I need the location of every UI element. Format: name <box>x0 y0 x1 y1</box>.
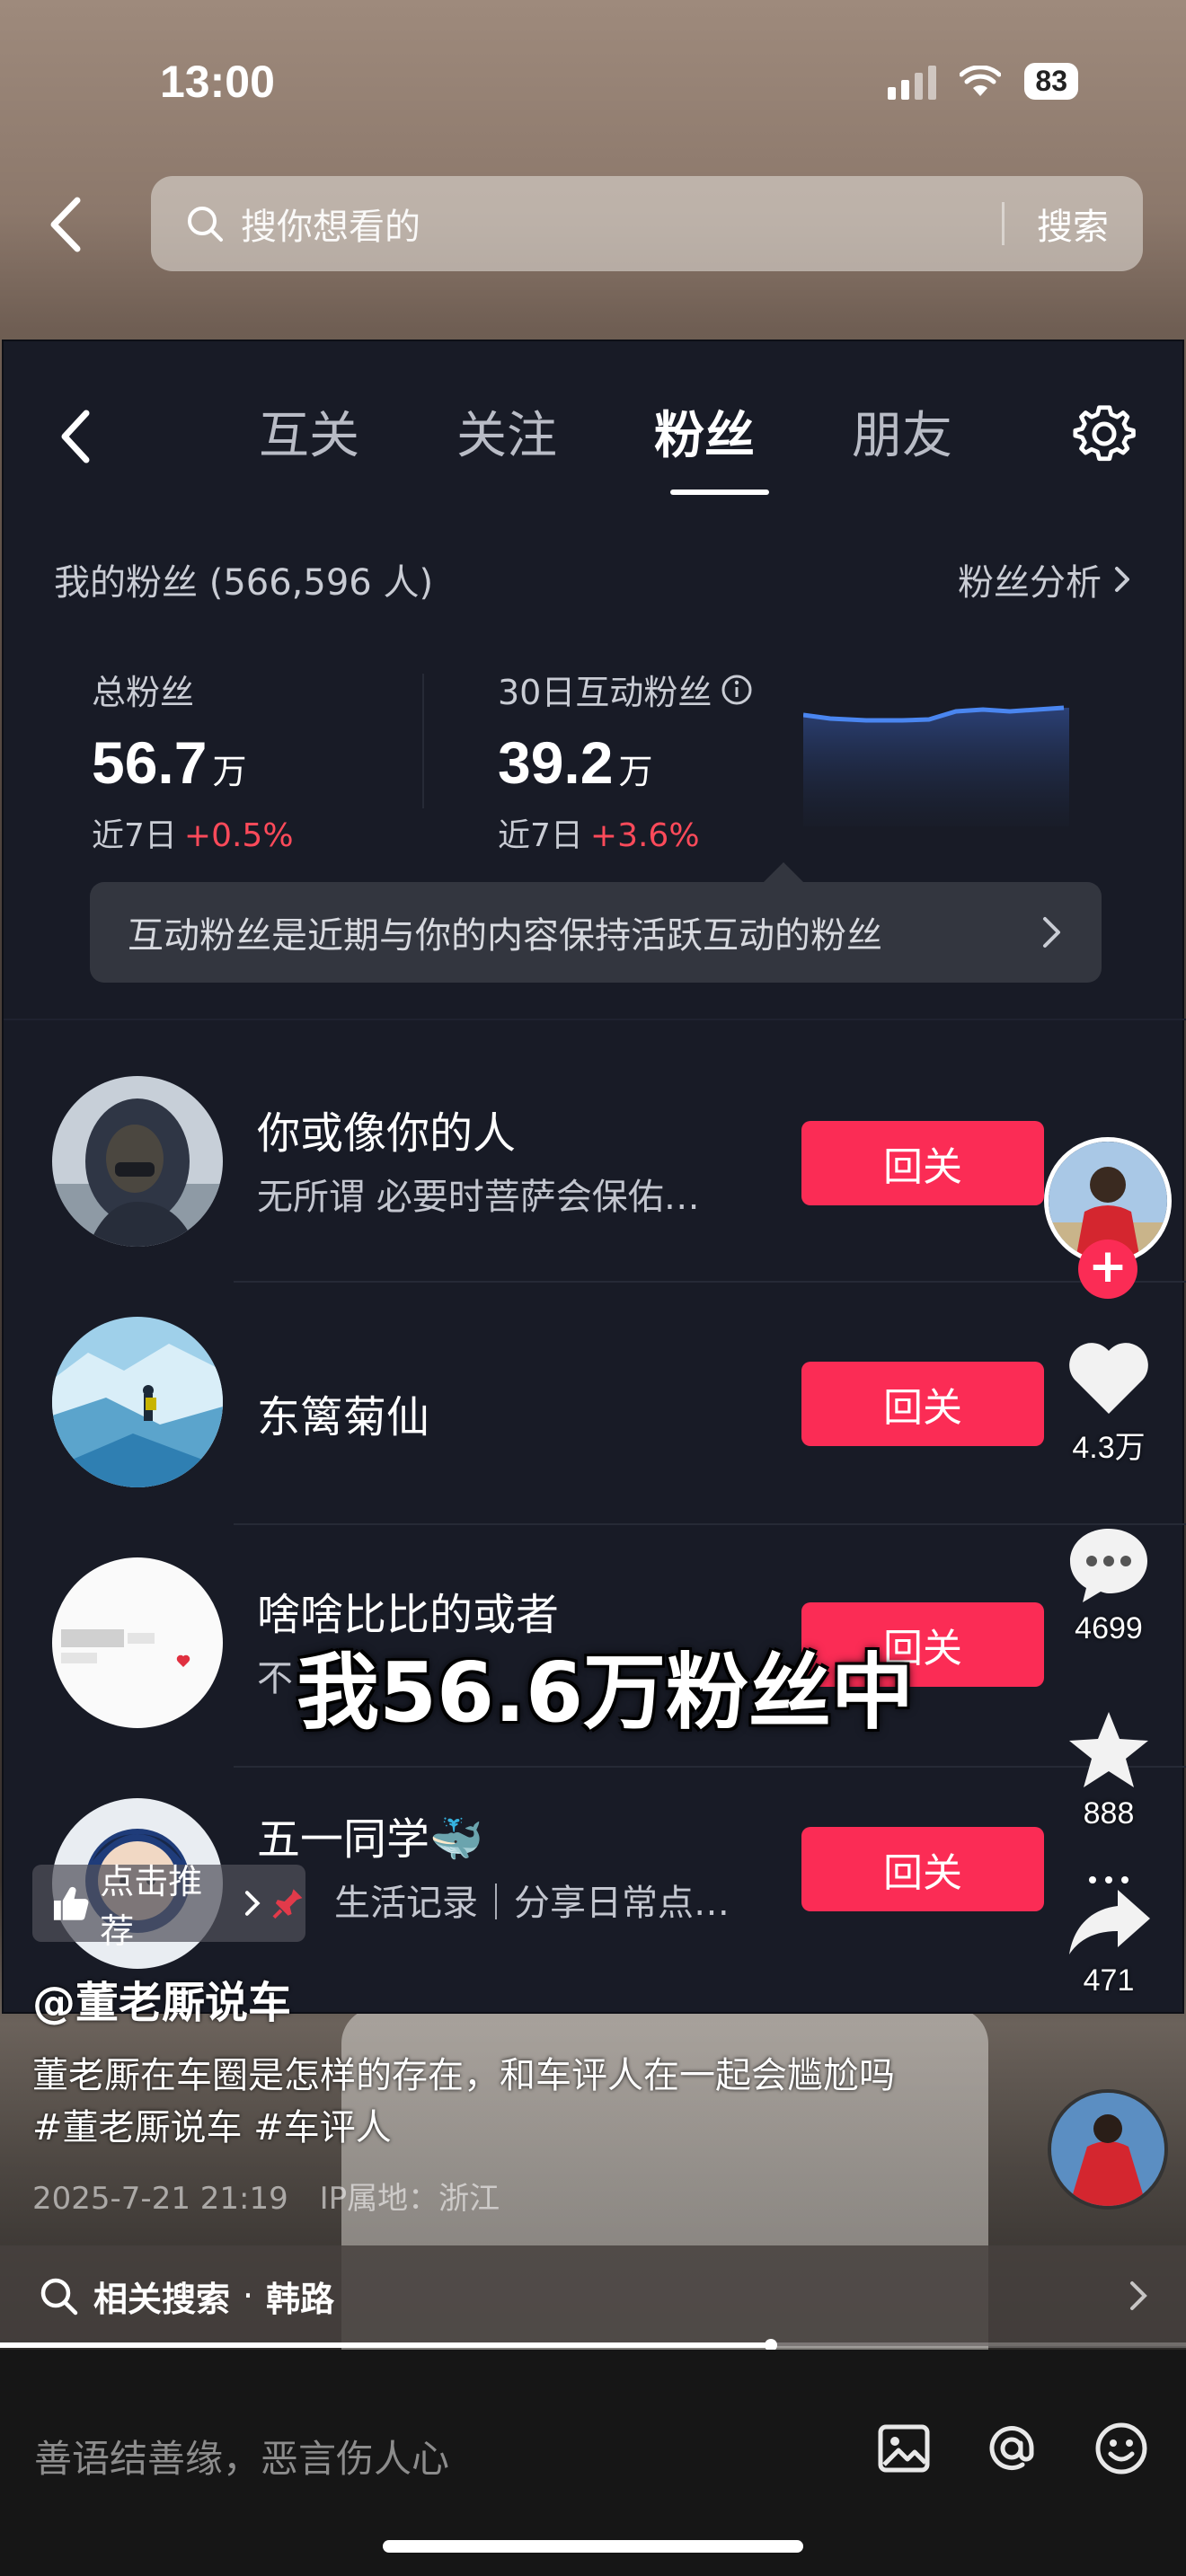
search-button[interactable]: 搜索 <box>1005 198 1143 250</box>
status-icons: 83 <box>888 63 1078 100</box>
like-button[interactable]: 4.3万 <box>1055 1338 1163 1467</box>
search-icon <box>40 2278 78 2316</box>
avatar <box>52 1317 223 1487</box>
fans-count-title: 我的粉丝 (566,596 人) <box>54 562 434 604</box>
tab-fans: 粉丝 <box>606 395 803 495</box>
fan-name: 东篱菊仙 <box>257 1392 430 1442</box>
chevron-right-icon <box>1043 917 1060 948</box>
back-icon[interactable] <box>45 193 90 256</box>
comment-input[interactable]: 善语结善缘，恶言伤人心 <box>34 2429 449 2483</box>
comment-button[interactable]: 4699 <box>1055 1523 1163 1646</box>
fan-description: 生活记录｜分享日常点… <box>334 1883 730 1924</box>
total-fans-value: 56.7 万 <box>92 729 247 796</box>
fan-description: 不 <box>257 1658 293 1699</box>
follow-plus-button[interactable]: + <box>1078 1239 1137 1299</box>
chevron-right-icon <box>244 1891 261 1916</box>
stat-divider <box>422 674 424 808</box>
author-name[interactable]: @董老厮说车 <box>32 1967 291 2030</box>
pin-icon <box>272 1889 303 1919</box>
related-search-bar[interactable]: 相关搜索 · 韩路 <box>0 2245 1186 2346</box>
signal-icon <box>888 64 937 100</box>
status-time: 13:00 <box>160 57 275 107</box>
chevron-right-icon <box>1130 2281 1147 2310</box>
avatar <box>52 1076 223 1247</box>
total-fans-week: 近7日 +0.5% <box>92 817 294 854</box>
post-date: 2025-7-21 21:19 <box>32 2181 288 2217</box>
follow-back-button: 回关 <box>801 1121 1044 1205</box>
follow-back-button: 回关 <box>801 1362 1044 1446</box>
fans-analysis-label: 粉丝分析 <box>958 562 1102 604</box>
total-fans-stat: 总粉丝 56.7 万 近7日 +0.5% <box>92 665 294 856</box>
panel-back-icon <box>61 410 90 463</box>
like-count: 4.3万 <box>1072 1431 1146 1465</box>
post-ip: IP属地：浙江 <box>319 2181 500 2217</box>
wifi-icon <box>960 65 1002 96</box>
fan-row: 你或像你的人 无所谓 必要时菩萨会保佑… 回关 <box>4 1031 1186 1256</box>
thumbs-up-icon <box>53 1886 89 1920</box>
active-fans-trend-chart <box>803 705 1069 826</box>
tooltip-text: 互动粉丝是近期与你的内容保持活跃互动的粉丝 <box>128 915 882 957</box>
video-progress-bar[interactable] <box>0 2339 1186 2351</box>
emoji-icon[interactable] <box>1093 2420 1150 2477</box>
share-button[interactable]: 471 <box>1055 1874 1163 1998</box>
active-fans-label: 30日互动粉丝 <box>498 665 753 714</box>
fans-analysis-link: 粉丝分析 <box>958 553 1130 605</box>
comment-bar: 善语结善缘，恶言伤人心 <box>0 2350 1186 2576</box>
list-divider <box>4 1019 1186 1020</box>
fan-description: 无所谓 必要时菩萨会保佑… <box>257 1177 700 1218</box>
fans-panel: 互关 关注 粉丝 朋友 我的粉丝 (566,596 人) 粉丝分析 总粉丝 56… <box>2 340 1186 2014</box>
recommend-label: 点击推荐 <box>100 1862 203 1951</box>
search-bar[interactable]: 搜你想看的 搜索 <box>151 176 1143 271</box>
post-meta: 2025-7-21 21:19 IP属地：浙江 <box>32 2174 521 2218</box>
share-count: 471 <box>1083 1963 1135 1998</box>
tab-friends: 朋友 <box>852 407 952 465</box>
music-disc[interactable] <box>1048 2089 1168 2210</box>
heart-icon <box>1069 1343 1148 1414</box>
related-search-label: 相关搜索 <box>93 2279 231 2319</box>
post-description[interactable]: 董老厮在车圈是怎样的存在，和车评人在一起会尴尬吗 #董老厮说车 #车评人 <box>32 2050 931 2154</box>
share-icon <box>1069 1890 1150 1954</box>
favorite-count: 888 <box>1083 1796 1135 1831</box>
recommend-button[interactable]: 点击推荐 <box>32 1862 305 1951</box>
at-mention-icon[interactable] <box>983 2420 1040 2477</box>
info-icon <box>721 675 752 704</box>
search-icon <box>188 207 223 242</box>
search-input[interactable]: 搜你想看的 <box>241 198 1002 250</box>
video-caption-overlay: 我56.6万粉丝中 <box>296 1645 914 1741</box>
fan-row: 东篱菊仙 回关 <box>4 1272 1186 1496</box>
more-icon <box>1089 1876 1128 1883</box>
total-fans-label: 总粉丝 <box>92 673 195 712</box>
tab-bar: 互关 关注 粉丝 朋友 <box>210 395 1001 495</box>
battery-indicator: 83 <box>1024 63 1078 100</box>
active-fans-value: 39.2 万 <box>498 729 653 796</box>
active-fans-tooltip: 互动粉丝是近期与你的内容保持活跃互动的粉丝 <box>90 862 1102 983</box>
related-separator: · <box>243 2276 254 2316</box>
progress-fill <box>0 2342 771 2348</box>
tab-following: 关注 <box>456 407 557 465</box>
gear-icon <box>1073 405 1136 462</box>
fan-name: 五一同学🐳 <box>257 1814 483 1865</box>
related-search-term: 韩路 <box>266 2279 335 2319</box>
image-icon[interactable] <box>875 2420 933 2477</box>
comment-icon <box>1070 1529 1147 1602</box>
active-fans-stat: 30日互动粉丝 39.2 万 近7日 +3.6% <box>498 665 753 856</box>
chevron-right-icon <box>1115 567 1129 592</box>
favorite-button[interactable]: 888 <box>1055 1708 1163 1831</box>
tab-mutual: 互关 <box>259 407 359 465</box>
avatar <box>52 1557 223 1728</box>
fan-name: 你或像你的人 <box>257 1108 517 1159</box>
comment-count: 4699 <box>1075 1611 1143 1645</box>
star-icon <box>1069 1712 1148 1787</box>
follow-back-button: 回关 <box>801 1827 1044 1911</box>
home-indicator <box>383 2540 803 2553</box>
active-fans-week: 近7日 +3.6% <box>498 817 700 854</box>
